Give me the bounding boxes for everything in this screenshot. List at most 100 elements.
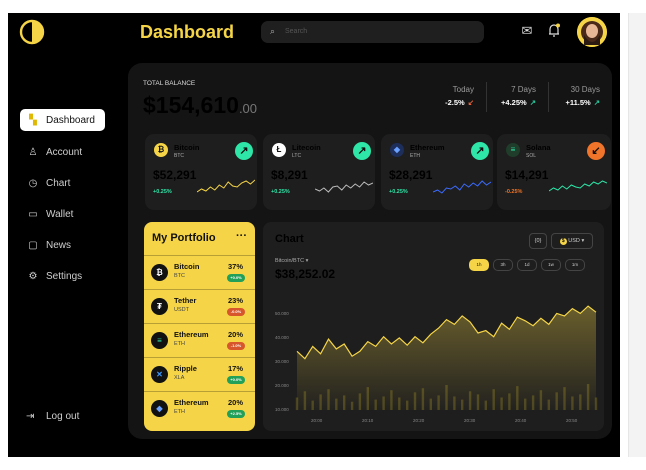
litecoin-icon: Ł [272,143,286,157]
portfolio-percent: 20% [227,330,243,339]
portfolio-row[interactable]: ◆ Ethereum ETH 20% +2.5% [144,391,255,425]
y-tick-label: 40.000 [275,335,289,340]
trend-arrow-icon: ↗ [529,98,536,107]
search-bar[interactable]: ⌕ Search [261,21,484,43]
trend-arrow-icon[interactable]: ↗ [353,142,371,160]
logo [19,19,45,45]
news-icon: ▢ [28,239,38,251]
coin-name: Bitcoin [174,143,200,152]
x-tick-label: 20:50 [566,418,578,423]
sidebar-item-wallet[interactable]: ▭ Wallet [20,203,105,225]
sidebar-item-label: Chart [46,177,71,189]
portfolio-coin-symbol: XLA [174,375,185,381]
portfolio-percent: 17% [227,364,243,373]
sidebar-item-account[interactable]: ♙ Account [20,141,105,163]
balance-amount: $154,610 [143,92,239,118]
stat-period: Today [452,85,474,94]
y-tick-label: 30.000 [275,359,289,364]
bitcoin-icon: ₿ [151,264,168,281]
trend-arrow-icon[interactable]: ↗ [235,142,253,160]
sparkline [315,181,373,193]
search-input[interactable]: Search [285,28,307,35]
portfolio-row[interactable]: ₮ Tether USDT 23% -0.0% [144,289,255,323]
trend-arrow-icon[interactable]: ↗ [471,142,489,160]
avatar-image [577,17,607,47]
sidebar-item-label: Wallet [46,208,74,220]
coin-symbol: BTC [174,153,184,159]
sidebar-item-label: News [46,239,72,251]
coin-change: -0.25% [505,189,523,195]
y-tick-label: 10.000 [275,407,289,412]
coin-symbol: LTC [292,153,302,159]
stat-7-days: 7 Days +4.25% ↗ [501,85,536,107]
stat-change: +11.5% ↗ [565,98,600,107]
portfolio-title: My Portfolio [152,232,216,244]
portfolio-badge: -0.0% [227,308,245,316]
bitcoin-icon: ₿ [154,143,168,157]
portfolio-coin-symbol: ETH [174,341,185,347]
portfolio-badge: +0.0% [227,274,245,282]
portfolio-row[interactable]: ₿ Bitcoin BTC 37% +0.0% [144,255,255,289]
logout-label: Log out [46,411,80,422]
stat-change-value: +11.5% [565,98,591,107]
sparkline [197,179,255,193]
portfolio-percent: 23% [227,296,243,305]
avatar[interactable] [577,17,607,47]
sidebar-item-news[interactable]: ▢ News [20,234,105,256]
search-icon: ⌕ [270,26,276,36]
bell-icon[interactable] [545,22,563,40]
sidebar-item-label: Dashboard [46,114,95,126]
x-tick-label: 20:30 [464,418,476,423]
trend-arrow-icon: ↗ [593,98,600,107]
portfolio-badge: -1.0% [227,342,245,350]
portfolio-percent: 20% [227,398,243,407]
portfolio-row[interactable]: ≡ Ethereum ETH 20% -1.0% [144,323,255,357]
y-tick-label: 20.000 [275,383,289,388]
coin-symbol: ETH [410,153,420,159]
sidebar-item-label: Account [46,146,83,158]
stat-change: +4.25% ↗ [501,98,536,107]
chart-panel: Chart {0} $ USD ▾ Bitcoin/BTC ▾ $38,252.… [263,222,604,431]
portfolio-coin-symbol: USDT [174,307,189,313]
x-tick-label: 20:20 [413,418,425,423]
coin-card-solana[interactable]: ≡ Solana SOL ↙ $14,291 -0.25% [497,134,611,210]
grid-icon: ▚ [29,114,37,126]
gear-icon: ⚙ [28,270,38,282]
coin-card-bitcoin[interactable]: ₿ Bitcoin BTC ↗ $52,291 +0.25% [145,134,257,210]
sidebar-item-settings[interactable]: ⚙ Settings [20,265,105,287]
more-icon[interactable]: ··· [236,230,247,242]
logout-icon: ⇥ [26,411,35,422]
stats-divider [548,82,549,112]
coin-price: $28,291 [389,168,433,182]
user-icon: ♙ [28,146,38,158]
portfolio-badge: +2.5% [227,410,245,418]
coin-symbol: SOL [526,153,537,159]
stat-period: 7 Days [511,85,536,94]
coin-change: +0.25% [271,189,290,195]
coin-name: Litecoin [292,143,321,152]
portfolio-coin-name: Ethereum [174,398,209,407]
portfolio-coin-name: Ripple [174,364,197,373]
stat-change: -2.5% ↙ [445,98,474,107]
coin-card-litecoin[interactable]: Ł Litecoin LTC ↗ $8,291 +0.25% [263,134,375,210]
portfolio-badge: +0.0% [227,376,245,384]
ethereum-icon: ≡ [151,332,168,349]
portfolio-percent: 37% [227,262,243,271]
stat-today: Today -2.5% ↙ [445,85,474,107]
scrollbar[interactable] [628,13,646,457]
wallet-icon: ▭ [28,208,38,220]
sidebar-item-chart[interactable]: ◷ Chart [20,172,105,194]
mail-icon[interactable]: ✉ [518,22,536,40]
portfolio-coin-symbol: BTC [174,273,185,279]
portfolio-coin-name: Ethereum [174,330,209,339]
coin-card-ethereum[interactable]: ◆ Ethereum ETH ↗ $28,291 +0.25% [381,134,493,210]
solana-icon: ≡ [506,143,520,157]
balance-label: TOTAL BALANCE [143,80,196,87]
trend-arrow-icon[interactable]: ↙ [587,142,605,160]
sparkline [433,180,491,194]
logout-button[interactable]: ⇥ Log out [26,411,79,422]
stats-divider [486,82,487,112]
sidebar-item-dashboard[interactable]: ▚ Dashboard [20,109,105,131]
portfolio-row[interactable]: ✕ Ripple XLA 17% +0.0% [144,357,255,391]
price-chart [295,305,598,410]
